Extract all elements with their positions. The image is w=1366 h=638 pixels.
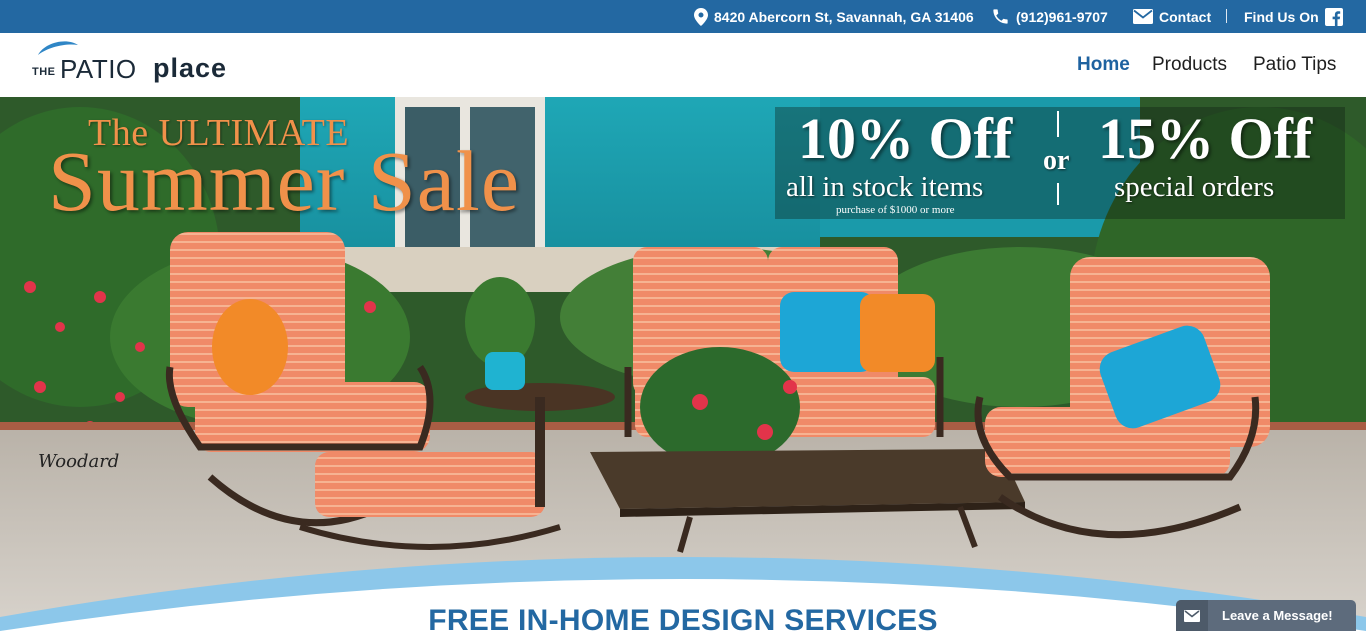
offer-divider-top [1057,111,1059,137]
sale-title-big: Summer Sale [48,133,520,229]
site-logo[interactable]: THE PATIO place [30,39,250,91]
nav-patio-tips[interactable]: Patio Tips [1253,33,1336,97]
address-text: 8420 Abercorn St, Savannah, GA 31406 [714,8,974,25]
offer-divider-bottom [1057,183,1059,205]
nav-home[interactable]: Home [1077,33,1130,97]
leave-message-button[interactable]: Leave a Message! [1176,600,1356,631]
leave-message-label: Leave a Message! [1222,608,1333,623]
nav-products[interactable]: Products [1152,33,1227,97]
divider [1226,9,1227,23]
sale-offer: 10% Off all in stock items purchase of $… [780,106,1340,219]
phone-link[interactable]: (912)961-9707 [991,0,1108,33]
top-info-bar: 8420 Abercorn St, Savannah, GA 31406 (91… [0,0,1366,33]
contact-text: Contact [1159,8,1212,25]
woodard-signature: Woodard [38,451,120,472]
envelope-icon [1176,600,1208,631]
offer-left-percent: 10% Off [798,106,1013,171]
location-pin-icon [694,7,708,26]
logo-the: THE [32,66,56,78]
contact-link[interactable]: Contact [1133,0,1211,33]
find-us-text: Find Us On [1244,8,1319,25]
logo-patio: PATIO [60,54,137,84]
phone-text: (912)961-9707 [1016,8,1108,25]
offer-left-condition: purchase of $1000 or more [836,204,955,216]
offer-left-description: all in stock items [786,171,984,203]
hero-banner[interactable]: The ULTIMATE Summer Sale 10% Off all in … [0,97,1366,631]
offer-or: or [1043,145,1070,176]
logo-place: place [153,53,228,83]
envelope-icon [1133,9,1153,24]
address-link[interactable]: 8420 Abercorn St, Savannah, GA 31406 [694,0,974,33]
facebook-icon [1324,7,1343,26]
facebook-link[interactable]: Find Us On [1244,0,1343,33]
site-header: THE PATIO place Home Products Patio Tips [0,33,1366,97]
section-heading: FREE IN-HOME DESIGN SERVICES [428,604,938,637]
offer-right-description: special orders [1114,171,1275,203]
offer-right-percent: 15% Off [1098,106,1313,171]
phone-icon [991,7,1010,26]
